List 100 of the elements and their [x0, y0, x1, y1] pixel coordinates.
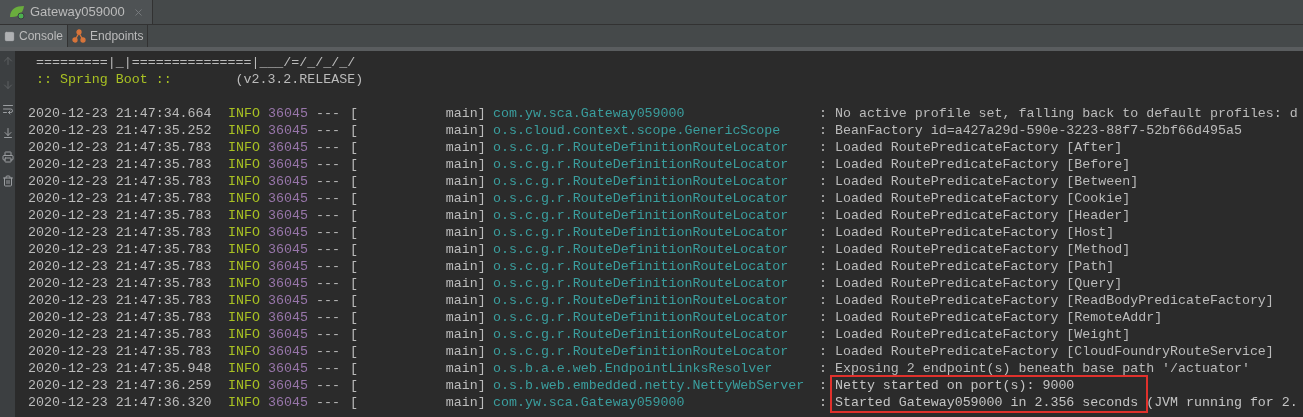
process-id: 36045	[268, 258, 309, 275]
log-timestamp: 2020-12-23 21:47:36.259	[28, 377, 213, 394]
log-separator: ---	[316, 360, 341, 377]
log-message: : BeanFactory id=a427a29d-590e-3223-88f7-52bf66d495a5	[818, 122, 1242, 139]
log-level: INFO	[228, 156, 261, 173]
log-message: : Loaded RoutePredicateFactory [Query]	[818, 275, 1123, 292]
log-message: : Loaded RoutePredicateFactory [Method]	[818, 241, 1131, 258]
log-timestamp: 2020-12-23 21:47:35.783	[28, 309, 213, 326]
console-icon	[4, 30, 15, 42]
log-message: : Loaded RoutePredicateFactory [ReadBodyPredicateFactory]	[818, 292, 1274, 309]
logger-name: o.s.c.g.r.RouteDefinitionRouteLocator	[493, 326, 790, 343]
log-level: INFO	[228, 173, 261, 190]
logger-name: o.s.c.g.r.RouteDefinitionRouteLocator	[493, 139, 790, 156]
log-message: : Loaded RoutePredicateFactory [Header]	[818, 207, 1131, 224]
log-message: : Exposing 2 endpoint(s) beneath base path '/actuator'	[818, 360, 1250, 377]
log-level: INFO	[228, 326, 261, 343]
log-separator: ---	[316, 326, 341, 343]
log-separator: ---	[316, 241, 341, 258]
thread-name: [ main]	[350, 224, 487, 241]
log-separator: ---	[316, 394, 341, 411]
log-level: INFO	[228, 343, 261, 360]
logger-name: o.s.cloud.context.scope.GenericScope	[493, 122, 782, 139]
log-message: : Loaded RoutePredicateFactory [Host]	[818, 224, 1115, 241]
process-id: 36045	[268, 207, 309, 224]
log-message: : Loaded RoutePredicateFactory [Cookie]	[818, 190, 1131, 207]
log-separator: ---	[316, 105, 341, 122]
print-icon[interactable]	[1, 151, 14, 163]
thread-name: [ main]	[350, 292, 487, 309]
log-separator: ---	[316, 275, 341, 292]
log-level: INFO	[228, 309, 261, 326]
log-separator: ---	[316, 377, 341, 394]
process-id: 36045	[268, 275, 309, 292]
process-id: 36045	[268, 326, 309, 343]
spring-leaf-icon	[8, 4, 26, 20]
thread-name: [ main]	[350, 122, 487, 139]
thread-name: [ main]	[350, 258, 487, 275]
thread-name: [ main]	[350, 343, 487, 360]
thread-name: [ main]	[350, 241, 487, 258]
log-timestamp: 2020-12-23 21:47:35.783	[28, 292, 213, 309]
process-id: 36045	[268, 190, 309, 207]
logger-name: o.s.c.g.r.RouteDefinitionRouteLocator	[493, 241, 790, 258]
log-separator: ---	[316, 173, 341, 190]
process-id: 36045	[268, 377, 309, 394]
log-timestamp: 2020-12-23 21:47:35.783	[28, 275, 213, 292]
run-tab-title: Gateway059000	[30, 3, 125, 22]
log-separator: ---	[316, 343, 341, 360]
logger-name: o.s.c.g.r.RouteDefinitionRouteLocator	[493, 275, 790, 292]
log-timestamp: 2020-12-23 21:47:35.783	[28, 139, 213, 156]
log-separator: ---	[316, 139, 341, 156]
log-timestamp: 2020-12-23 21:47:36.320	[28, 394, 213, 411]
thread-name: [ main]	[350, 207, 487, 224]
log-separator: ---	[316, 207, 341, 224]
trash-icon[interactable]	[1, 175, 14, 187]
log-separator: ---	[316, 122, 341, 139]
log-level: INFO	[228, 377, 261, 394]
log-level: INFO	[228, 241, 261, 258]
log-timestamp: 2020-12-23 21:47:35.783	[28, 258, 213, 275]
logger-name: o.s.c.g.r.RouteDefinitionRouteLocator	[493, 343, 790, 360]
log-separator: ---	[316, 309, 341, 326]
logger-name: o.s.c.g.r.RouteDefinitionRouteLocator	[493, 258, 790, 275]
logger-name: o.s.b.web.embedded.netty.NettyWebServer	[493, 377, 806, 394]
thread-name: [ main]	[350, 156, 487, 173]
log-timestamp: 2020-12-23 21:47:35.783	[28, 190, 213, 207]
process-id: 36045	[268, 360, 309, 377]
logger-name: o.s.c.g.r.RouteDefinitionRouteLocator	[493, 224, 790, 241]
thread-name: [ main]	[350, 309, 487, 326]
process-id: 36045	[268, 394, 309, 411]
log-separator: ---	[316, 156, 341, 173]
soft-wrap-icon[interactable]	[1, 103, 14, 115]
thread-name: [ main]	[350, 360, 487, 377]
thread-name: [ main]	[350, 139, 487, 156]
banner-version: (v2.3.2.RELEASE)	[234, 71, 364, 88]
log-level: INFO	[228, 105, 261, 122]
log-level: INFO	[228, 360, 261, 377]
banner-title: :: Spring Boot ::	[34, 71, 172, 88]
scroll-to-end-icon[interactable]	[1, 127, 14, 139]
nodes-icon	[72, 29, 87, 43]
logger-name: o.s.c.g.r.RouteDefinitionRouteLocator	[493, 207, 790, 224]
thread-name: [ main]	[350, 326, 487, 343]
thread-name: [ main]	[350, 190, 487, 207]
log-timestamp: 2020-12-23 21:47:35.783	[28, 224, 213, 241]
log-timestamp: 2020-12-23 21:47:35.948	[28, 360, 213, 377]
log-message: : Loaded RoutePredicateFactory [RemoteAddr]	[818, 309, 1163, 326]
thread-name: [ main]	[350, 377, 487, 394]
log-timestamp: 2020-12-23 21:47:35.252	[28, 122, 213, 139]
process-id: 36045	[268, 122, 309, 139]
run-tab[interactable]: Gateway059000	[0, 0, 153, 24]
log-level: INFO	[228, 275, 261, 292]
log-level: INFO	[228, 139, 261, 156]
tool-tab[interactable]: Console	[0, 25, 69, 47]
log-message: : Loaded RoutePredicateFactory [Before]	[818, 156, 1131, 173]
log-message: : Loaded RoutePredicateFactory [Path]	[818, 258, 1115, 275]
process-id: 36045	[268, 156, 309, 173]
log-level: INFO	[228, 190, 261, 207]
log-message: : Loaded RoutePredicateFactory [Between]	[818, 173, 1139, 190]
log-separator: ---	[316, 258, 341, 275]
log-timestamp: 2020-12-23 21:47:35.783	[28, 326, 213, 343]
logger-name: com.yw.sca.Gateway059000	[493, 105, 686, 122]
log-message: : Netty started on port(s): 9000	[818, 377, 1075, 394]
log-level: INFO	[228, 394, 261, 411]
